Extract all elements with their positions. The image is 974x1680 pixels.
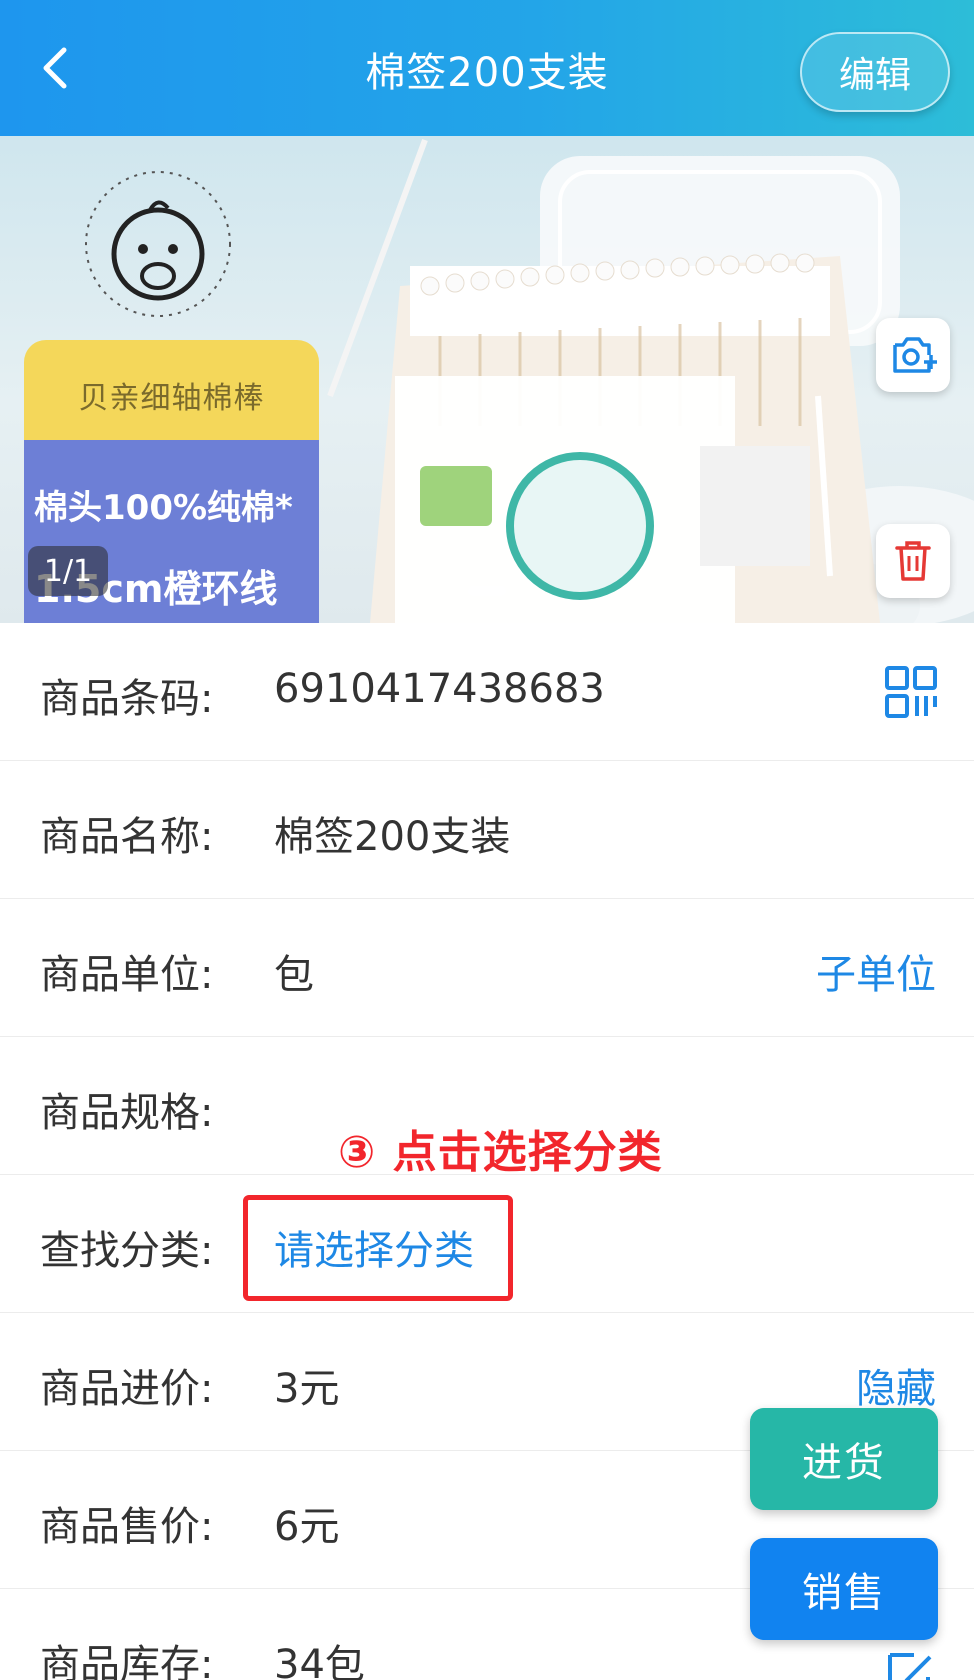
header-bar: 棉签200支装 编辑 [0, 0, 974, 136]
promo-title: 贝亲细轴棉棒 [24, 340, 319, 450]
name-value[interactable]: 棉签200支装 [274, 804, 510, 862]
edit-icon[interactable] [884, 1647, 938, 1680]
name-label: 商品名称: [40, 814, 214, 860]
unit-value[interactable]: 包 [274, 942, 314, 1000]
sub-unit-link[interactable]: 子单位 [816, 942, 936, 1000]
unit-label: 商品单位: [40, 952, 214, 998]
stock-label: 商品库存: [40, 1642, 214, 1680]
add-photo-button[interactable] [876, 318, 950, 392]
unit-row: 商品单位: 包 子单位 [0, 899, 974, 1037]
category-label: 查找分类: [40, 1228, 214, 1274]
delete-photo-button[interactable] [876, 524, 950, 598]
image-counter: 1/1 [28, 546, 108, 596]
stock-value[interactable]: 34包 [274, 1632, 365, 1680]
barcode-value[interactable]: 6910417438683 [274, 666, 605, 712]
cost-price-label: 商品进价: [40, 1366, 214, 1412]
trash-icon [895, 541, 931, 581]
edit-button[interactable]: 编辑 [800, 32, 950, 112]
spec-label: 商品规格: [40, 1090, 214, 1136]
highlight-box [243, 1195, 513, 1301]
promo-line-1: 棉头100%纯棉* [34, 488, 293, 528]
tutorial-annotation: ③ 点击选择分类 [338, 1127, 663, 1178]
sale-button[interactable]: 销售 [750, 1538, 938, 1640]
hide-cost-link[interactable]: 隐藏 [856, 1356, 936, 1414]
purchase-button[interactable]: 进货 [750, 1408, 938, 1510]
cost-price-value[interactable]: 3元 [274, 1356, 339, 1414]
carousel-indicator [468, 586, 506, 596]
barcode-label: 商品条码: [40, 676, 214, 722]
qr-code-icon[interactable] [884, 665, 938, 719]
camera-plus-icon [893, 337, 937, 373]
sale-price-value[interactable]: 6元 [274, 1494, 339, 1552]
name-row: 商品名称: 棉签200支装 [0, 761, 974, 899]
barcode-row: 商品条码: 6910417438683 [0, 623, 974, 761]
product-image-carousel[interactable]: 贝亲细轴棉棒 棉头100%纯棉* 1.5cm橙环线 1/1 [0, 136, 974, 623]
sale-price-label: 商品售价: [40, 1504, 214, 1550]
